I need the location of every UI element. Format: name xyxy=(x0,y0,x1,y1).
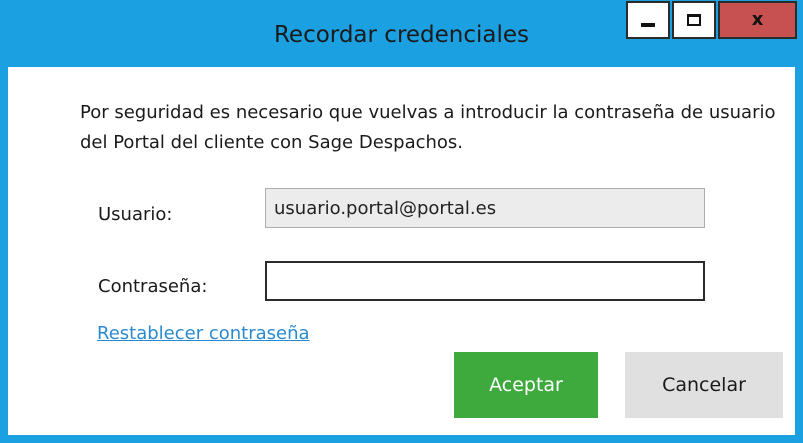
user-label: Usuario: xyxy=(98,204,173,225)
user-field[interactable] xyxy=(265,188,705,228)
close-icon: x xyxy=(751,9,764,30)
minimize-icon xyxy=(641,23,655,27)
reset-password-link[interactable]: Restablecer contraseña xyxy=(97,323,310,344)
close-button[interactable]: x xyxy=(718,1,797,39)
title-bar[interactable]: Recordar credenciales x xyxy=(0,0,803,67)
dialog-content: Por seguridad es necesario que vuelvas a… xyxy=(8,67,795,435)
minimize-button[interactable] xyxy=(626,1,670,39)
maximize-button[interactable] xyxy=(672,1,716,39)
security-message: Por seguridad es necesario que vuelvas a… xyxy=(80,102,776,153)
maximize-icon xyxy=(687,14,701,26)
password-label: Contraseña: xyxy=(98,276,208,297)
password-field[interactable] xyxy=(265,261,705,301)
dialog-window: Recordar credenciales x Por seguridad es… xyxy=(0,0,803,443)
cancel-button[interactable]: Cancelar xyxy=(625,352,783,418)
accept-button[interactable]: Aceptar xyxy=(454,352,598,418)
